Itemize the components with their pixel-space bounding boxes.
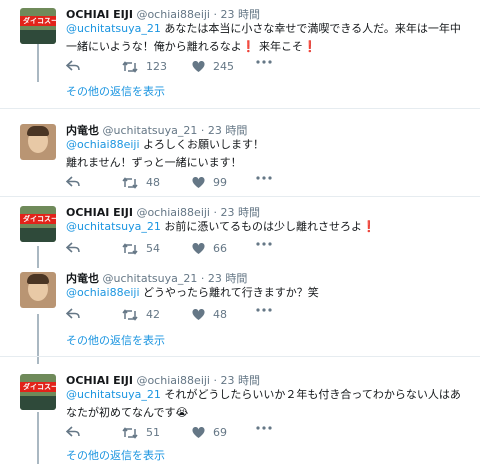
- more-dots-icon: [256, 242, 272, 246]
- reply-button[interactable]: [66, 308, 80, 320]
- heart-icon: [192, 426, 205, 438]
- mention-link[interactable]: @ochiai88eiji: [66, 286, 140, 299]
- mention-link[interactable]: @uchitatsuya_21: [66, 220, 161, 233]
- mention-link[interactable]: @ochiai88eiji: [66, 138, 140, 151]
- tweet[interactable]: 内竜也 @uchitatsuya_21 · 23 時間 @ochiai88eij…: [0, 272, 480, 352]
- retweet-button[interactable]: 48: [122, 176, 160, 189]
- show-more-replies-link[interactable]: その他の返信を表示: [66, 332, 165, 348]
- avatar[interactable]: [20, 272, 56, 308]
- mention-link[interactable]: @uchitatsuya_21: [66, 388, 161, 401]
- retweet-button[interactable]: 42: [122, 308, 160, 321]
- tweet-divider: [0, 356, 480, 357]
- like-button[interactable]: 66: [192, 242, 227, 255]
- tweet-text-segment: どうやったら離れて行きますか？笑: [139, 286, 319, 299]
- like-count: 245: [213, 60, 234, 73]
- more-dots-icon: [256, 308, 272, 312]
- more-button[interactable]: [256, 426, 272, 430]
- avatar[interactable]: ダイコスーム: [20, 374, 56, 410]
- more-dots-icon: [256, 60, 272, 64]
- like-count: 99: [213, 176, 227, 189]
- tweet-text: @uchitatsuya_21 それがどうしたらいいか２年も付き合ってわからない…: [66, 386, 468, 422]
- retweet-count: 48: [146, 176, 160, 189]
- reply-icon: [66, 242, 80, 253]
- retweet-icon: [122, 176, 138, 189]
- exclamation-emoji: ❗: [241, 40, 256, 53]
- tweet-divider: [0, 196, 480, 197]
- retweet-button[interactable]: 54: [122, 242, 160, 255]
- retweet-icon: [122, 308, 138, 321]
- heart-icon: [192, 60, 205, 72]
- retweet-icon: [122, 426, 138, 439]
- tweet-divider: [0, 108, 480, 109]
- show-more-replies-link[interactable]: その他の返信を表示: [66, 447, 165, 463]
- more-button[interactable]: [256, 176, 272, 180]
- more-button[interactable]: [256, 60, 272, 64]
- heart-icon: [192, 176, 205, 188]
- reply-icon: [66, 60, 80, 71]
- tweet-text: @ochiai88eiji どうやったら離れて行きますか？笑: [66, 284, 468, 302]
- more-button[interactable]: [256, 242, 272, 246]
- heart-icon: [192, 308, 205, 320]
- more-dots-icon: [256, 176, 272, 180]
- retweet-button[interactable]: 123: [122, 60, 167, 73]
- like-count: 48: [213, 308, 227, 321]
- tweet-text-segment: お前に憑いてるものは少し離れさせろよ: [160, 220, 363, 233]
- reply-icon: [66, 426, 80, 437]
- retweet-count: 54: [146, 242, 160, 255]
- retweet-button[interactable]: 51: [122, 426, 160, 439]
- exclamation-emoji: ❗: [362, 220, 376, 233]
- retweet-count: 42: [146, 308, 160, 321]
- retweet-icon: [122, 242, 138, 255]
- reply-button[interactable]: [66, 176, 80, 188]
- avatar[interactable]: ダイコスーム: [20, 8, 56, 44]
- more-dots-icon: [256, 426, 272, 430]
- reply-button[interactable]: [66, 242, 80, 254]
- tweet[interactable]: ダイコスーム OCHIAI EIJI @ochiai88eiji · 23 時間…: [0, 206, 480, 264]
- reply-button[interactable]: [66, 60, 80, 72]
- tweet[interactable]: ダイコスーム OCHIAI EIJI @ochiai88eiji · 23 時間…: [0, 374, 480, 464]
- heart-icon: [192, 242, 205, 254]
- tweet-text-segment: 来年こそ: [255, 40, 303, 53]
- tweet-text: @ochiai88eiji よろしくお願いします！ 離れません！ずっと一緒にいま…: [66, 136, 468, 172]
- avatar[interactable]: [20, 124, 56, 160]
- retweet-count: 51: [146, 426, 160, 439]
- like-count: 66: [213, 242, 227, 255]
- retweet-icon: [122, 60, 138, 73]
- reply-icon: [66, 176, 80, 187]
- tweet-text: @uchitatsuya_21 あなたは本当に小さな幸せで満喫できる人だ。来年は…: [66, 20, 468, 56]
- like-button[interactable]: 99: [192, 176, 227, 189]
- mention-link[interactable]: @uchitatsuya_21: [66, 22, 161, 35]
- like-count: 69: [213, 426, 227, 439]
- reply-icon: [66, 308, 80, 319]
- tweet-text: @uchitatsuya_21 お前に憑いてるものは少し離れさせろよ❗: [66, 218, 468, 236]
- tweet[interactable]: ダイコスーム OCHIAI EIJI @ochiai88eiji · 23 時間…: [0, 8, 480, 108]
- show-more-replies-link[interactable]: その他の返信を表示: [66, 83, 165, 99]
- tweet[interactable]: 内竜也 @uchitatsuya_21 · 23 時間 @ochiai88eij…: [0, 124, 480, 200]
- more-button[interactable]: [256, 308, 272, 312]
- reply-button[interactable]: [66, 426, 80, 438]
- retweet-count: 123: [146, 60, 167, 73]
- avatar[interactable]: ダイコスーム: [20, 206, 56, 242]
- like-button[interactable]: 48: [192, 308, 227, 321]
- like-button[interactable]: 245: [192, 60, 234, 73]
- exclamation-emoji: ❗: [302, 40, 317, 53]
- like-button[interactable]: 69: [192, 426, 227, 439]
